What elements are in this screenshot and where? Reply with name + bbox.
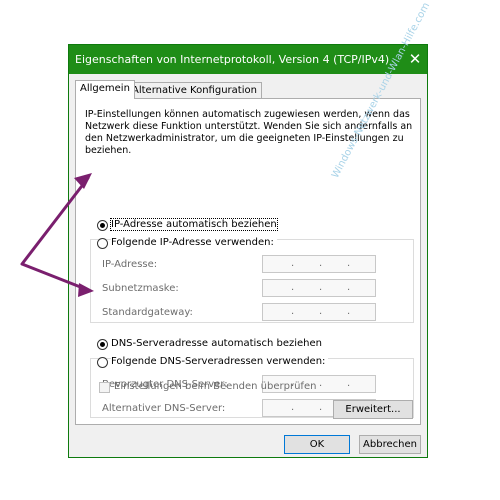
tab-allgemein[interactable]: Allgemein <box>75 80 135 99</box>
arrow-head-up-icon <box>74 173 92 189</box>
annotation-arrows <box>20 173 94 297</box>
annotation-arrow-path <box>20 176 90 292</box>
arrow-head-down-icon <box>78 283 94 297</box>
